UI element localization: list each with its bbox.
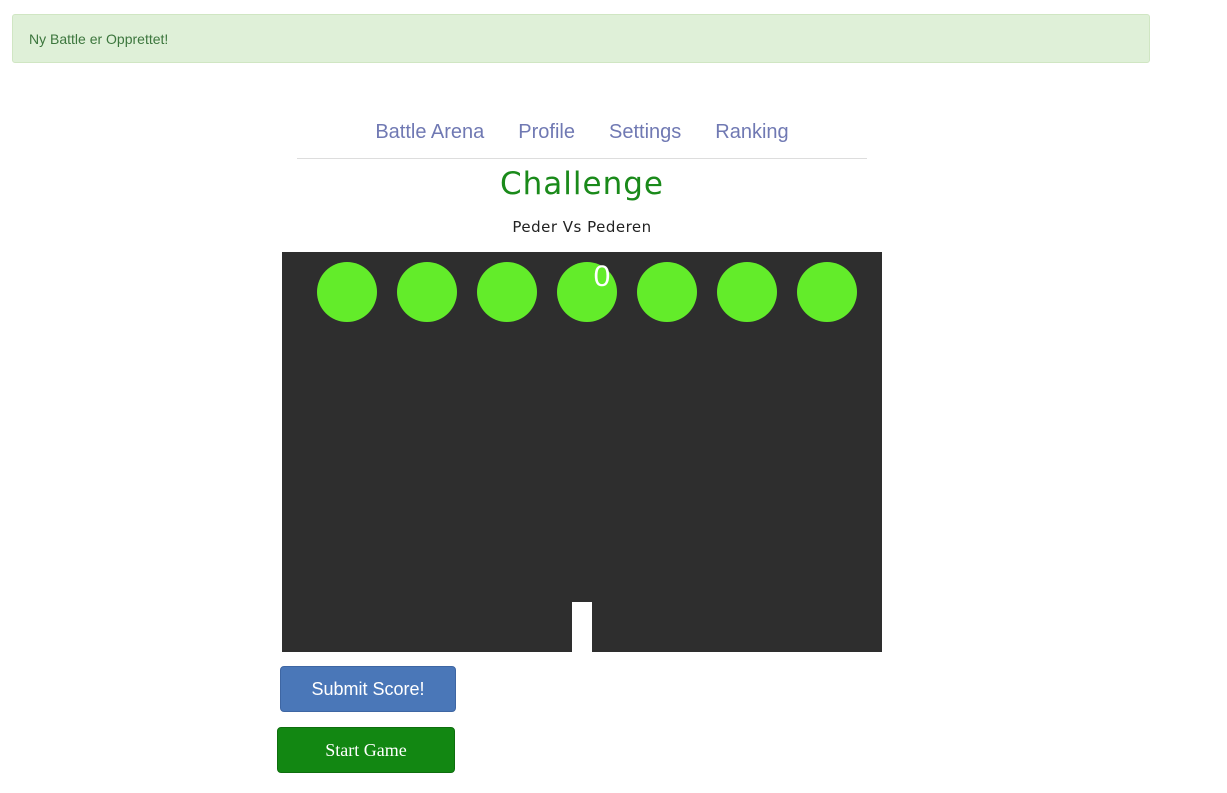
player-paddle[interactable] xyxy=(572,602,592,652)
target-ball xyxy=(397,262,457,322)
target-ball xyxy=(717,262,777,322)
game-canvas[interactable]: 0 xyxy=(282,252,882,652)
target-ball xyxy=(317,262,377,322)
nav-link-settings[interactable]: Settings xyxy=(592,110,698,154)
page-title: Challenge xyxy=(500,166,664,202)
nav-link-ranking[interactable]: Ranking xyxy=(698,110,805,154)
nav-link-profile[interactable]: Profile xyxy=(501,110,592,154)
submit-score-button[interactable]: Submit Score! xyxy=(280,666,456,712)
main-nav: Battle Arena Profile Settings Ranking xyxy=(297,110,867,159)
success-alert: Ny Battle er Opprettet! xyxy=(12,14,1150,63)
start-game-button[interactable]: Start Game xyxy=(277,727,455,773)
target-ball xyxy=(477,262,537,322)
matchup-subtitle: Peder Vs Pederen xyxy=(512,218,652,236)
alert-message: Ny Battle er Opprettet! xyxy=(29,31,169,47)
target-ball xyxy=(637,262,697,322)
score-display: 0 xyxy=(593,260,611,293)
target-ball xyxy=(797,262,857,322)
nav-link-battle-arena[interactable]: Battle Arena xyxy=(358,110,501,154)
